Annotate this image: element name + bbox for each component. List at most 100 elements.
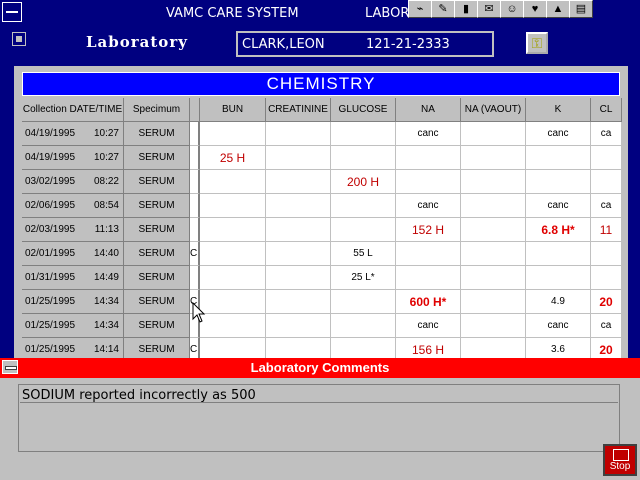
- result-cell[interactable]: [461, 122, 526, 146]
- result-cell[interactable]: 25 H: [200, 146, 266, 170]
- result-cell[interactable]: [396, 242, 461, 266]
- result-cell[interactable]: [461, 170, 526, 194]
- specimen-cell[interactable]: SERUM: [124, 146, 190, 170]
- result-cell[interactable]: [331, 314, 396, 338]
- result-cell[interactable]: 6.8 H*: [526, 218, 591, 242]
- key-button[interactable]: ⚿: [526, 32, 548, 54]
- specimen-cell[interactable]: SERUM: [124, 218, 190, 242]
- result-cell[interactable]: [266, 170, 331, 194]
- result-cell[interactable]: 11: [591, 218, 622, 242]
- result-cell[interactable]: [591, 242, 622, 266]
- notes-icon[interactable]: ✎: [431, 0, 455, 18]
- result-cell[interactable]: [591, 266, 622, 290]
- radiology-icon[interactable]: ▲: [546, 0, 570, 18]
- specimen-cell[interactable]: SERUM: [124, 290, 190, 314]
- col-collection-datetime[interactable]: Collection DATE/TIME: [22, 98, 124, 122]
- comment-flag-cell[interactable]: [190, 218, 200, 242]
- result-cell[interactable]: canc: [526, 314, 591, 338]
- chart-icon[interactable]: ⌁: [408, 0, 432, 18]
- ekg-icon[interactable]: ♥: [523, 0, 547, 18]
- result-cell[interactable]: [461, 314, 526, 338]
- col-cl[interactable]: CL: [591, 98, 622, 122]
- result-cell[interactable]: [461, 146, 526, 170]
- result-cell[interactable]: [200, 194, 266, 218]
- result-cell[interactable]: [266, 242, 331, 266]
- result-cell[interactable]: [200, 170, 266, 194]
- row-date-cell[interactable]: 02/03/1995 11:13: [22, 218, 124, 242]
- row-date-cell[interactable]: 01/25/1995 14:34: [22, 290, 124, 314]
- comments-system-menu-icon[interactable]: [2, 360, 18, 374]
- result-cell[interactable]: [461, 194, 526, 218]
- result-cell[interactable]: canc: [526, 194, 591, 218]
- result-cell[interactable]: [461, 290, 526, 314]
- col-na[interactable]: NA: [396, 98, 461, 122]
- result-cell[interactable]: [266, 122, 331, 146]
- comment-flag-cell[interactable]: [190, 194, 200, 218]
- result-cell[interactable]: [331, 146, 396, 170]
- result-cell[interactable]: [591, 170, 622, 194]
- comment-flag-cell[interactable]: [190, 146, 200, 170]
- result-cell[interactable]: [266, 266, 331, 290]
- result-cell[interactable]: [266, 146, 331, 170]
- row-date-cell[interactable]: 01/31/1995 14:49: [22, 266, 124, 290]
- specimen-cell[interactable]: SERUM: [124, 314, 190, 338]
- row-date-cell[interactable]: 02/06/1995 08:54: [22, 194, 124, 218]
- mail-icon[interactable]: ✉: [477, 0, 501, 18]
- col-flag[interactable]: [190, 98, 200, 122]
- result-cell[interactable]: 4.9: [526, 290, 591, 314]
- result-cell[interactable]: [396, 266, 461, 290]
- specimen-cell[interactable]: SERUM: [124, 194, 190, 218]
- result-cell[interactable]: [461, 242, 526, 266]
- row-date-cell[interactable]: 03/02/1995 08:22: [22, 170, 124, 194]
- result-cell[interactable]: canc: [396, 122, 461, 146]
- result-cell[interactable]: ca: [591, 314, 622, 338]
- row-date-cell[interactable]: 04/19/1995 10:27: [22, 146, 124, 170]
- comment-flag-cell[interactable]: [190, 170, 200, 194]
- result-cell[interactable]: canc: [396, 314, 461, 338]
- result-cell[interactable]: canc: [396, 194, 461, 218]
- comment-flag-cell[interactable]: C: [190, 242, 200, 266]
- result-cell[interactable]: [200, 122, 266, 146]
- specimen-cell[interactable]: SERUM: [124, 170, 190, 194]
- result-cell[interactable]: [396, 170, 461, 194]
- result-cell[interactable]: 20: [591, 290, 622, 314]
- result-cell[interactable]: [200, 290, 266, 314]
- result-cell[interactable]: [266, 314, 331, 338]
- stop-button[interactable]: Stop: [603, 444, 637, 476]
- result-cell[interactable]: ca: [591, 122, 622, 146]
- result-cell[interactable]: [591, 146, 622, 170]
- result-cell[interactable]: 55 L: [331, 242, 396, 266]
- result-cell[interactable]: [396, 146, 461, 170]
- result-cell[interactable]: [331, 218, 396, 242]
- specimen-cell[interactable]: SERUM: [124, 242, 190, 266]
- row-date-cell[interactable]: 04/19/1995 10:27: [22, 122, 124, 146]
- result-cell[interactable]: [526, 146, 591, 170]
- row-date-cell[interactable]: 02/01/1995 14:40: [22, 242, 124, 266]
- result-cell[interactable]: [200, 218, 266, 242]
- result-cell[interactable]: [461, 218, 526, 242]
- result-cell[interactable]: [331, 194, 396, 218]
- monitor-icon[interactable]: [12, 32, 26, 46]
- system-menu-icon[interactable]: [2, 2, 22, 22]
- col-k[interactable]: K: [526, 98, 591, 122]
- medicine-icon[interactable]: ▮: [454, 0, 478, 18]
- form-icon[interactable]: ▤: [569, 0, 593, 18]
- result-cell[interactable]: [200, 266, 266, 290]
- result-cell[interactable]: [461, 266, 526, 290]
- result-cell[interactable]: [266, 290, 331, 314]
- result-cell[interactable]: [266, 218, 331, 242]
- result-cell[interactable]: 152 H: [396, 218, 461, 242]
- col-bun[interactable]: BUN: [200, 98, 266, 122]
- specimen-cell[interactable]: SERUM: [124, 122, 190, 146]
- comment-flag-cell[interactable]: [190, 266, 200, 290]
- col-specimen[interactable]: Specimum: [124, 98, 190, 122]
- result-cell[interactable]: 600 H*: [396, 290, 461, 314]
- result-cell[interactable]: 200 H: [331, 170, 396, 194]
- result-cell[interactable]: [200, 314, 266, 338]
- result-cell[interactable]: canc: [526, 122, 591, 146]
- result-cell[interactable]: [526, 242, 591, 266]
- row-date-cell[interactable]: 01/25/1995 14:34: [22, 314, 124, 338]
- col-glucose[interactable]: GLUCOSE: [331, 98, 396, 122]
- people-icon[interactable]: ☺: [500, 0, 524, 18]
- result-cell[interactable]: [526, 170, 591, 194]
